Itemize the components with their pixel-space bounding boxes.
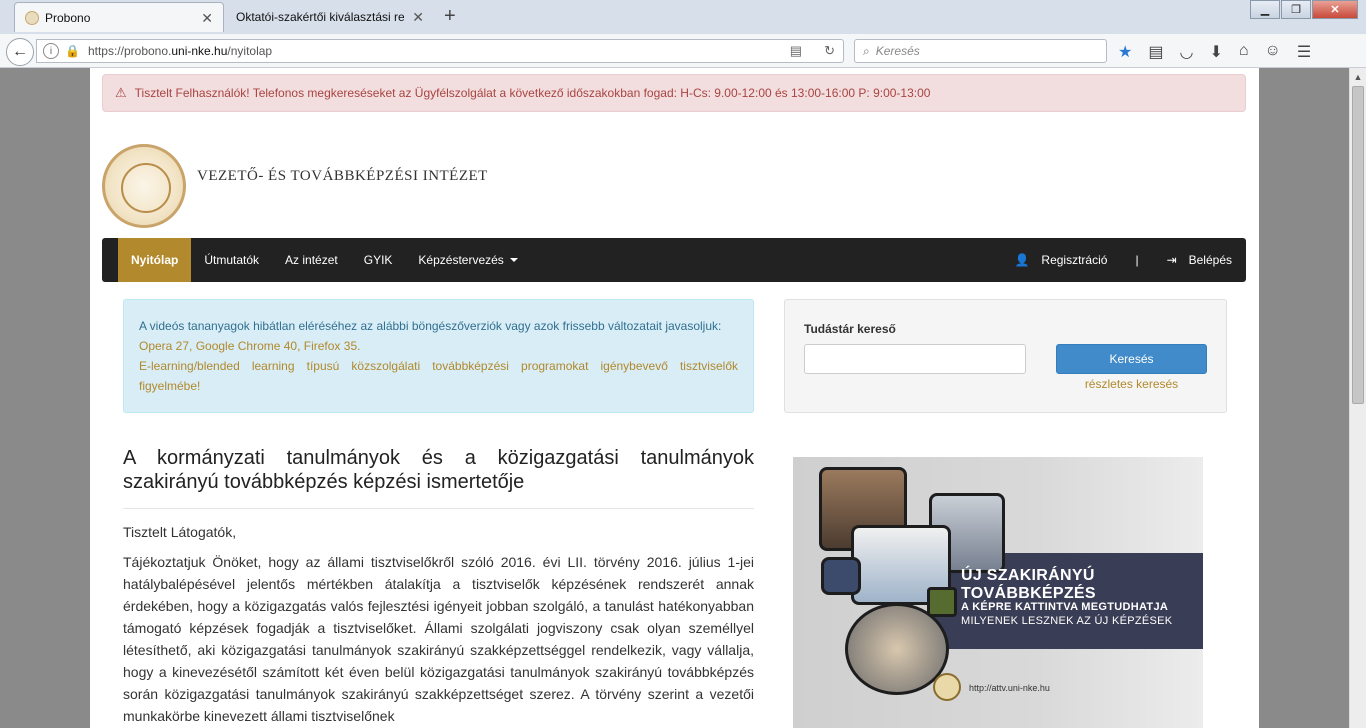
alert-text: Tisztelt Felhasználók! Telefonos megkere… — [134, 86, 931, 100]
nav-item-kepzestervezes[interactable]: Képzéstervezés — [405, 238, 530, 282]
bookmark-star-icon[interactable]: ★ — [1118, 42, 1132, 62]
site-favicon-icon — [25, 11, 39, 25]
browser-toolbar: ★ ▤ ◡ ⬇ ⌂ ☺ ☰ — [1118, 42, 1311, 62]
tab-oktatoi[interactable]: Oktatói-szakértői kiválasztási re... ✕ — [228, 2, 434, 32]
home-icon[interactable]: ⌂ — [1239, 42, 1249, 62]
warning-icon: ⚠ — [115, 85, 127, 100]
browser-info-box: A videós tananyagok hibátlan eléréséhez … — [123, 299, 754, 413]
lock-icon[interactable]: 🔒 — [65, 44, 80, 58]
login-link[interactable]: Belépés — [1189, 253, 1232, 267]
banner-heading: ÚJ SZAKIRÁNYÚ TOVÁBBKÉPZÉS — [961, 567, 1096, 602]
banner-photo-leaf — [927, 587, 957, 617]
user-icon: 👤 — [1014, 253, 1030, 267]
reader-view-icon[interactable]: ▤ — [790, 43, 802, 59]
url-text: https://probono.uni-nke.hu/nyitolap — [87, 44, 273, 58]
page-gutter-left — [0, 68, 90, 728]
institute-name: VEZETŐ- ÉS TOVÁBBKÉPZÉSI INTÉZET — [197, 168, 488, 184]
nav-item-gyik[interactable]: GYIK — [351, 238, 406, 282]
page-container: ⚠ Tisztelt Felhasználók! Telefonos megke… — [90, 68, 1259, 728]
info-icon[interactable]: i — [43, 43, 59, 59]
info-line-1: A videós tananyagok hibátlan eléréséhez … — [139, 319, 722, 333]
university-seal-logo[interactable] — [102, 144, 186, 228]
close-window-button[interactable]: ✕ — [1312, 0, 1358, 19]
pocket-icon[interactable]: ◡ — [1179, 42, 1193, 62]
minimize-button[interactable]: ▁ — [1250, 0, 1280, 19]
advanced-search-link[interactable]: részletes keresés — [1056, 377, 1207, 391]
url-bar[interactable]: i 🔒 https://probono.uni-nke.hu/nyitolap … — [36, 39, 844, 63]
downloads-icon[interactable]: ⬇ — [1209, 42, 1222, 62]
article: A kormányzati tanulmányok és a közigazga… — [123, 446, 754, 727]
page-gutter-right — [1259, 68, 1349, 728]
back-button[interactable]: ← — [6, 38, 34, 66]
new-training-banner[interactable]: ÚJ SZAKIRÁNYÚ TOVÁBBKÉPZÉS A KÉPRE KATTI… — [793, 457, 1203, 728]
browser-search-field[interactable]: ⌕ Keresés — [854, 39, 1107, 63]
close-tab-icon[interactable]: ✕ — [412, 9, 424, 26]
menu-icon[interactable]: ☰ — [1297, 42, 1311, 62]
banner-subtitle-1: A KÉPRE KATTINTVA MEGTUDHATJA — [961, 601, 1169, 613]
scroll-up-arrow-icon[interactable]: ▲ — [1350, 68, 1366, 85]
search-icon: ⌕ — [863, 43, 870, 58]
maximize-button[interactable]: ❐ — [1281, 0, 1311, 19]
nav-separator: | — [1135, 253, 1139, 267]
nav-item-utmutatok[interactable]: Útmutatók — [191, 238, 272, 282]
article-title: A kormányzati tanulmányok és a közigazga… — [123, 446, 754, 509]
sign-in-icon: ⇥ — [1166, 253, 1177, 267]
article-greeting: Tisztelt Látogatók, — [123, 524, 237, 540]
banner-logo — [933, 673, 961, 701]
new-tab-button[interactable]: + — [444, 5, 456, 28]
register-link[interactable]: Regisztráció — [1041, 253, 1107, 267]
info-line-3[interactable]: E-learning/blended learning típusú közsz… — [139, 356, 738, 396]
reload-icon[interactable]: ↻ — [824, 43, 835, 59]
main-navigation: Nyitólap Útmutatók Az intézet GYIK Képzé… — [102, 238, 1246, 282]
vertical-scrollbar[interactable]: ▲ — [1349, 68, 1366, 728]
browser-tabbar: Probono ✕ Oktatói-szakértői kiválasztási… — [0, 0, 1366, 34]
window-controls: ▁ ❐ ✕ — [1249, 0, 1358, 19]
notice-alert: ⚠ Tisztelt Felhasználók! Telefonos megke… — [102, 74, 1246, 112]
tab-title: Oktatói-szakértői kiválasztási re... — [236, 10, 404, 24]
bookmarks-menu-icon[interactable]: ▤ — [1148, 42, 1163, 62]
tab-probono[interactable]: Probono ✕ — [14, 2, 224, 32]
search-panel-title: Tudástár kereső — [804, 322, 896, 336]
search-button[interactable]: Keresés — [1056, 344, 1207, 374]
knowledge-search-input[interactable] — [804, 344, 1026, 374]
smiley-icon[interactable]: ☺ — [1265, 42, 1281, 62]
tab-title: Probono — [45, 10, 91, 25]
browser-navbar: ← i 🔒 https://probono.uni-nke.hu/nyitola… — [0, 34, 1366, 68]
article-body: Tájékoztatjuk Önöket, hogy az állami tis… — [123, 554, 754, 724]
close-tab-icon[interactable]: ✕ — [201, 10, 213, 27]
knowledge-search-panel: Tudástár kereső Keresés részletes keresé… — [784, 299, 1227, 413]
nav-item-label: Képzéstervezés — [418, 253, 504, 267]
nav-item-az-intezet[interactable]: Az intézet — [272, 238, 351, 282]
info-line-2[interactable]: Opera 27, Google Chrome 40, Firefox 35. — [139, 336, 738, 356]
banner-photo-small — [821, 557, 861, 595]
banner-subtitle-2: MILYENEK LESZNEK AZ ÚJ KÉPZÉSEK — [961, 615, 1173, 627]
banner-url: http://attv.uni-nke.hu — [969, 683, 1050, 693]
caret-down-icon — [509, 258, 518, 262]
scrollbar-thumb[interactable] — [1352, 86, 1364, 404]
nav-item-nyitolap[interactable]: Nyitólap — [118, 238, 192, 282]
